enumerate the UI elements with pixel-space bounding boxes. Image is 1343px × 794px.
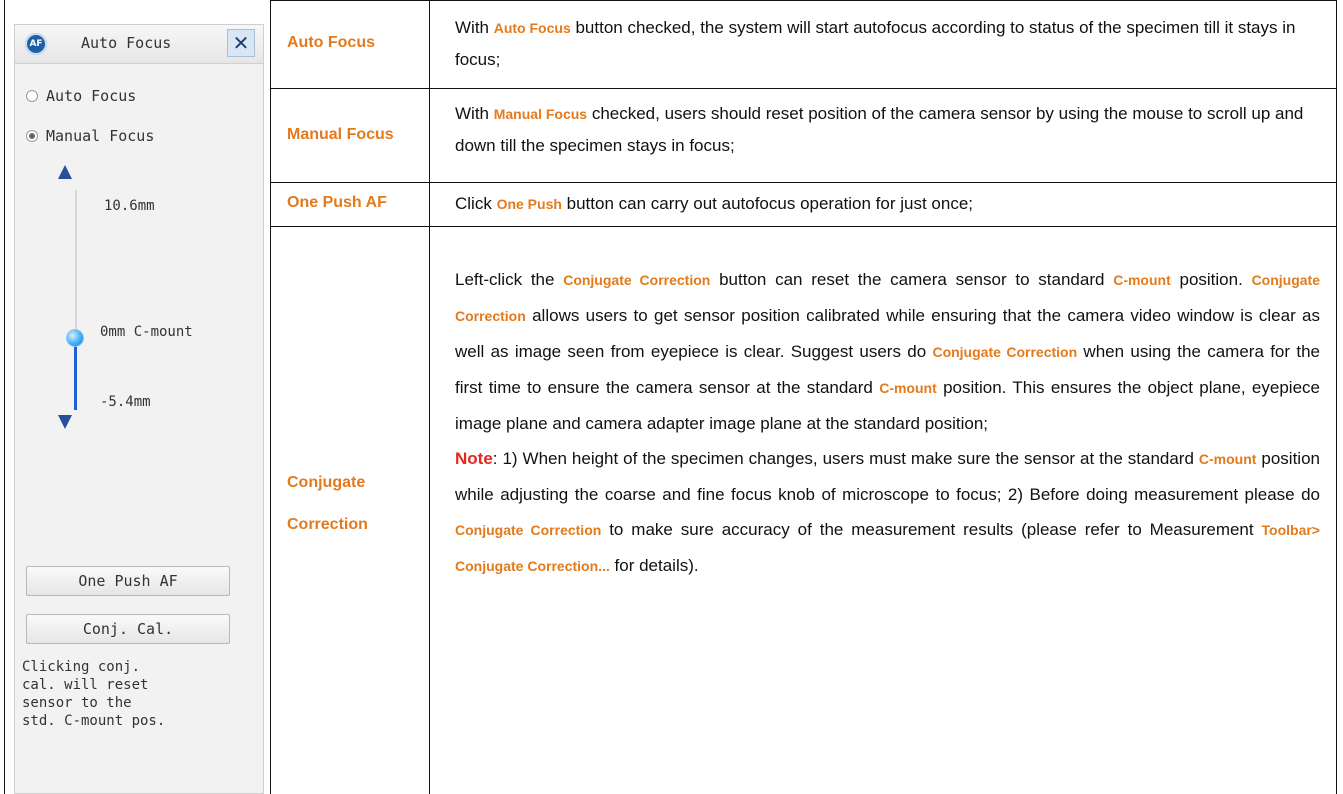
radio-manual-focus[interactable]: Manual Focus — [26, 126, 154, 146]
row-label-one-push-af: One Push AF — [287, 194, 387, 211]
slider-track-upper — [75, 190, 77, 333]
row-divider-2 — [270, 182, 1337, 183]
table-border-top — [270, 0, 1337, 1]
panel-title: Auto Focus — [81, 34, 172, 52]
table-divider-col2 — [429, 0, 430, 794]
highlight-term: Auto Focus — [493, 20, 571, 36]
conj-cal-button[interactable]: Conj. Cal. — [26, 614, 230, 644]
highlight-term: C-mount — [1113, 272, 1171, 288]
desc-text: : 1) When height of the specimen changes… — [492, 449, 1199, 468]
arrow-down-icon[interactable] — [58, 415, 72, 429]
desc-text: button can carry out autofocus operation… — [561, 194, 974, 213]
desc-text: for details). — [609, 556, 699, 575]
row-divider-3 — [270, 226, 1337, 227]
desc-text: to make sure accuracy of the measurement… — [601, 520, 1262, 539]
row-label-auto-focus: Auto Focus — [287, 34, 375, 51]
panel-titlebar: AF Auto Focus ✕ — [15, 25, 263, 64]
radio-checked-icon — [26, 130, 38, 142]
desc-text: position. — [1170, 270, 1252, 289]
desc-text: Left-click the — [455, 270, 564, 289]
highlight-term: C-mount — [879, 380, 937, 396]
highlight-term: Conjugate Correction — [932, 344, 1078, 360]
table-border-right — [1336, 0, 1337, 794]
scale-middle-label: 0mm C-mount — [100, 324, 193, 340]
highlight-term: Manual Focus — [493, 106, 588, 122]
row-label-conjugate-line2: Correction — [287, 516, 368, 533]
note-label: Note — [455, 449, 493, 468]
row-desc-manual-focus: With Manual Focus checked, users should … — [455, 98, 1321, 161]
close-button[interactable]: ✕ — [227, 29, 255, 57]
radio-icon — [26, 90, 38, 102]
scale-bottom-label: -5.4mm — [100, 394, 151, 410]
arrow-up-icon[interactable] — [58, 165, 72, 179]
highlight-term: Conjugate Correction — [563, 272, 711, 288]
row-label-manual-focus: Manual Focus — [287, 126, 394, 143]
highlight-term: Conjugate Correction — [455, 522, 602, 538]
table-border-left — [4, 0, 5, 794]
desc-text: button checked, the system will start au… — [455, 18, 1296, 69]
af-icon: AF — [25, 33, 47, 55]
row-desc-auto-focus: With Auto Focus button checked, the syst… — [455, 12, 1321, 75]
highlight-term: One Push — [496, 196, 562, 212]
row-desc-one-push-af: Click One Push button can carry out auto… — [455, 188, 1321, 220]
row-label-conjugate-line1: Conjugate — [287, 474, 366, 491]
radio-label: Auto Focus — [46, 87, 137, 105]
radio-auto-focus[interactable]: Auto Focus — [26, 86, 136, 106]
desc-text: Click — [455, 194, 497, 213]
desc-text: With — [455, 104, 494, 123]
slider-thumb[interactable] — [67, 330, 83, 346]
desc-text: button can reset the camera sensor to st… — [710, 270, 1114, 289]
row-divider-1 — [270, 88, 1337, 89]
row-desc-conjugate-correction: Left-click the Conjugate Correction butt… — [455, 262, 1320, 584]
one-push-af-button[interactable]: One Push AF — [26, 566, 230, 596]
table-divider-col1 — [270, 0, 271, 794]
radio-label: Manual Focus — [46, 127, 155, 145]
desc-text: With — [455, 18, 494, 37]
panel-note: Clicking conj. cal. will reset sensor to… — [22, 659, 166, 729]
slider-track-lower — [74, 338, 77, 410]
highlight-term: C-mount — [1198, 451, 1257, 467]
scale-top-label: 10.6mm — [104, 198, 155, 214]
